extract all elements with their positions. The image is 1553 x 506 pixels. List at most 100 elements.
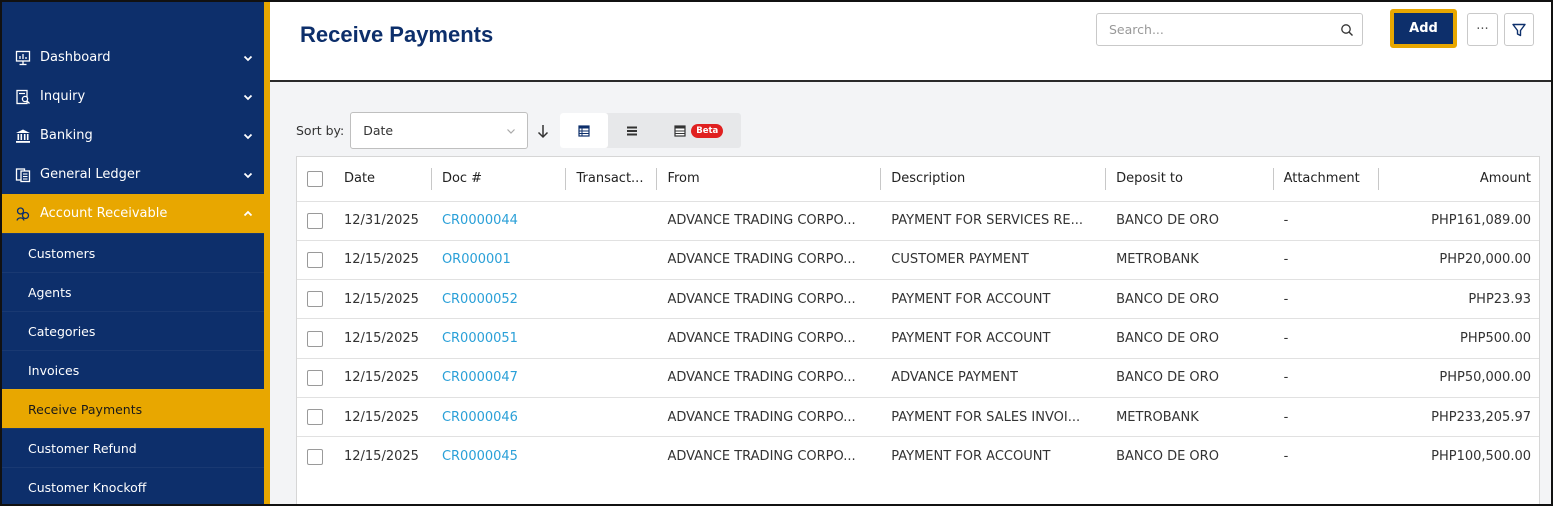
cell-deposit-to: BANCO DE ORO [1106, 279, 1274, 319]
cell-description: ADVANCE PAYMENT [881, 357, 1107, 398]
ellipsis-icon: ··· [1476, 22, 1489, 37]
cell-deposit-to: BANCO DE ORO [1106, 436, 1274, 477]
column-header-deposit-to[interactable]: Deposit to [1106, 157, 1275, 201]
cell-from: ADVANCE TRADING CORPO... [657, 396, 882, 437]
cell-date: 12/15/2025 [333, 318, 432, 359]
add-button[interactable]: Add [1390, 9, 1457, 48]
sort-select[interactable]: Date [350, 112, 529, 149]
search-icon[interactable] [1332, 23, 1362, 37]
cell-attachment: - [1273, 357, 1380, 398]
cell-amount: PHP23.93 [1379, 279, 1539, 319]
select-all-cell [297, 157, 334, 201]
column-header-attachment[interactable]: Attachment [1274, 157, 1380, 201]
row-checkbox[interactable] [307, 251, 323, 268]
sort-direction-button[interactable] [528, 123, 558, 139]
column-header-amount[interactable]: Amount [1379, 157, 1539, 201]
doc-number-link[interactable]: CR0000045 [431, 436, 567, 477]
row-select-cell [297, 436, 334, 477]
cell-deposit-to: METROBANK [1106, 396, 1274, 437]
cell-description: CUSTOMER PAYMENT [881, 239, 1107, 280]
receivable-icon [14, 205, 32, 223]
payments-table: Date Doc # Transact... From Description … [296, 156, 1540, 504]
table-toolbar: Sort by: Date Beta [296, 112, 742, 149]
sidebar-item-general-ledger[interactable]: General Ledger [2, 155, 264, 194]
cell-amount: PHP100,500.00 [1379, 436, 1539, 477]
sidebar-subitem-receive-payments[interactable]: Receive Payments [2, 389, 264, 428]
table-view-button[interactable] [560, 113, 609, 148]
row-checkbox[interactable] [307, 369, 323, 386]
sidebar-subitem-invoices[interactable]: Invoices [2, 350, 264, 389]
filter-button[interactable] [1504, 13, 1534, 46]
page-title: Receive Payments [300, 22, 494, 47]
sidebar-item-account-receivable[interactable]: Account Receivable [2, 194, 264, 233]
row-checkbox[interactable] [307, 448, 323, 465]
sidebar-subitem-agents[interactable]: Agents [2, 272, 264, 311]
column-header-description[interactable]: Description [881, 157, 1106, 201]
row-select-cell [297, 396, 334, 437]
cell-transaction [566, 396, 658, 437]
cell-date: 12/15/2025 [333, 357, 432, 398]
cell-attachment: - [1273, 318, 1380, 359]
sort-value: Date [363, 123, 394, 138]
cell-attachment: - [1273, 396, 1380, 437]
cell-description: PAYMENT FOR ACCOUNT [881, 318, 1107, 359]
doc-number-link[interactable]: CR0000051 [431, 318, 567, 359]
cell-from: ADVANCE TRADING CORPO... [657, 436, 882, 477]
sidebar-subitem-customer-refund[interactable]: Customer Refund [2, 428, 264, 467]
row-checkbox[interactable] [307, 291, 323, 308]
list-view-icon [627, 126, 638, 135]
sidebar-item-inquiry[interactable]: Inquiry [2, 77, 264, 116]
cell-date: 12/31/2025 [333, 200, 432, 241]
doc-number-link[interactable]: CR0000047 [431, 357, 567, 398]
cell-amount: PHP50,000.00 [1379, 357, 1539, 398]
beta-badge: Beta [691, 123, 724, 138]
sidebar-item-label: General Ledger [40, 167, 141, 182]
cell-transaction [566, 200, 658, 241]
chevron-down-icon [507, 128, 516, 134]
doc-number-link[interactable]: CR0000052 [431, 279, 567, 319]
cell-amount: PHP500.00 [1379, 318, 1539, 359]
table-row[interactable]: 12/15/2025 CR0000047 ADVANCE TRADING COR… [297, 357, 1539, 398]
list-view-button[interactable] [608, 113, 656, 148]
column-header-date[interactable]: Date [334, 157, 432, 201]
doc-number-link[interactable]: CR0000044 [431, 200, 567, 241]
table-row[interactable]: 12/15/2025 OR000001 ADVANCE TRADING CORP… [297, 239, 1539, 280]
search-input[interactable] [1097, 14, 1332, 45]
table-view-icon [578, 124, 590, 137]
table-row[interactable]: 12/31/2025 CR0000044 ADVANCE TRADING COR… [297, 200, 1539, 241]
main-content: Receive Payments Add ··· Sort by: Date [270, 2, 1551, 504]
cell-transaction [566, 436, 658, 477]
cell-deposit-to: BANCO DE ORO [1106, 200, 1274, 241]
sidebar-item-banking[interactable]: Banking [2, 116, 264, 155]
sidebar-item-label: Banking [40, 128, 93, 143]
column-header-from[interactable]: From [657, 157, 882, 201]
table-row[interactable]: 12/15/2025 CR0000045 ADVANCE TRADING COR… [297, 436, 1539, 477]
ledger-icon [14, 166, 32, 184]
cell-transaction [566, 239, 658, 280]
column-header-doc[interactable]: Doc # [432, 157, 567, 201]
cell-from: ADVANCE TRADING CORPO... [657, 318, 882, 359]
row-checkbox[interactable] [307, 330, 323, 347]
grid-view-icon [674, 124, 686, 137]
sidebar-item-dashboard[interactable]: Dashboard [2, 38, 264, 77]
app-window: Dashboard Inquiry Banking General Ledger [0, 0, 1553, 506]
row-checkbox[interactable] [307, 409, 323, 426]
sidebar-subitem-categories[interactable]: Categories [2, 311, 264, 350]
sidebar-subitem-customers[interactable]: Customers [2, 233, 264, 272]
row-checkbox[interactable] [307, 212, 323, 229]
cell-description: PAYMENT FOR SALES INVOI... [881, 396, 1107, 437]
doc-number-link[interactable]: OR000001 [431, 239, 567, 280]
column-header-transaction[interactable]: Transact... [566, 157, 658, 201]
beta-view-button[interactable]: Beta [656, 113, 741, 148]
cell-date: 12/15/2025 [333, 279, 432, 319]
sidebar-subitem-label: Agents [28, 284, 72, 300]
table-row[interactable]: 12/15/2025 CR0000051 ADVANCE TRADING COR… [297, 318, 1539, 359]
more-options-button[interactable]: ··· [1467, 13, 1498, 46]
table-row[interactable]: 12/15/2025 CR0000052 ADVANCE TRADING COR… [297, 279, 1539, 319]
cell-from: ADVANCE TRADING CORPO... [657, 279, 882, 319]
table-row[interactable]: 12/15/2025 CR0000046 ADVANCE TRADING COR… [297, 396, 1539, 437]
doc-number-link[interactable]: CR0000046 [431, 396, 567, 437]
cell-transaction [566, 357, 658, 398]
select-all-checkbox[interactable] [307, 170, 323, 187]
sidebar-subitem-customer-knockoff[interactable]: Customer Knockoff [2, 467, 264, 504]
